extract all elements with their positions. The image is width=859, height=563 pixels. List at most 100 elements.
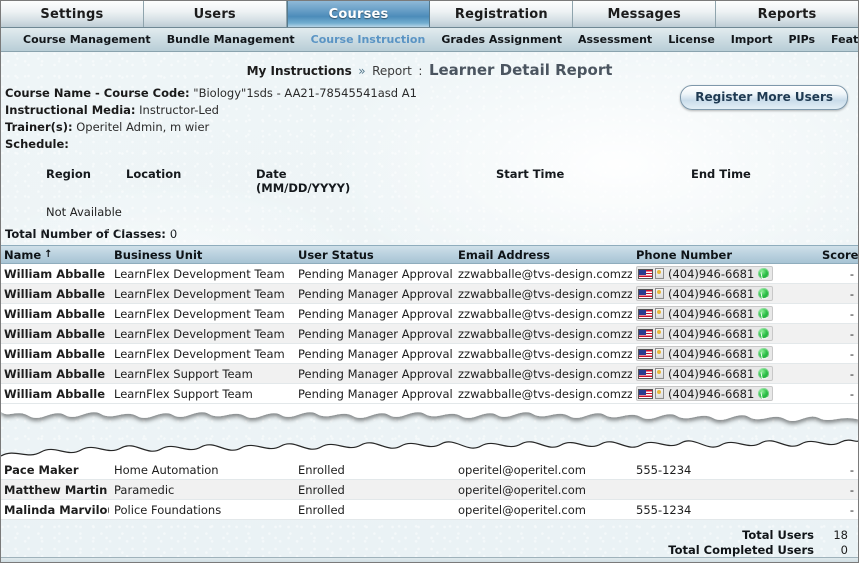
- contact-card-icon[interactable]: [655, 288, 664, 299]
- col-header-phone-number[interactable]: Phone Number: [632, 248, 822, 262]
- subtab-features[interactable]: Features: [829, 33, 858, 46]
- cell-business-unit: Home Automation: [114, 462, 219, 477]
- phone-widget[interactable]: (404)946-6681: [636, 286, 774, 301]
- register-more-users-button[interactable]: Register More Users: [680, 85, 848, 110]
- schedule-col-date-line2: (MM/DD/YYYY): [256, 181, 351, 195]
- cell-phone-number: (404)946-6681: [632, 386, 822, 401]
- tab-reports[interactable]: Reports: [716, 1, 858, 27]
- cell-name: William Abballe: [4, 306, 106, 321]
- cell-phone-number: 555-1234: [632, 503, 822, 517]
- window-bottom-strip: [1, 557, 858, 562]
- cell-score: -: [849, 266, 854, 281]
- subtab-license[interactable]: License: [666, 33, 717, 46]
- cell-name: William Abballe: [4, 386, 106, 401]
- us-flag-icon: [638, 368, 653, 379]
- report-content: My Instructions » Report : Learner Detai…: [1, 52, 858, 562]
- contact-card-icon[interactable]: [655, 328, 664, 339]
- tab-users[interactable]: Users: [143, 1, 287, 27]
- contact-card-icon[interactable]: [655, 348, 664, 359]
- cell-email-address: operitel@operitel.com: [458, 502, 586, 517]
- col-header-email-address[interactable]: Email Address: [454, 248, 632, 262]
- learner-grid-body-bottom: Pace Maker Home Automation Enrolled operite…: [1, 460, 858, 520]
- cell-name: Pace Maker: [4, 462, 79, 477]
- table-row[interactable]: William Abballe LearnFlex Support Team Pen…: [1, 384, 858, 404]
- breadcrumb-root[interactable]: My Instructions: [247, 64, 352, 78]
- subtab-course-management[interactable]: Course Management: [21, 33, 153, 46]
- tab-courses[interactable]: Courses: [286, 1, 431, 27]
- skype-call-icon[interactable]: [758, 328, 770, 339]
- phone-widget[interactable]: (404)946-6681: [636, 306, 774, 321]
- cell-phone-number: (404)946-6681: [632, 326, 822, 341]
- cell-score: -: [849, 346, 854, 361]
- cell-user-status: Pending Manager Approval: [298, 286, 453, 301]
- secondary-tab-bar: Course Management Bundle Management Cour…: [1, 28, 858, 52]
- col-header-user-status[interactable]: User Status: [294, 248, 454, 262]
- us-flag-icon: [638, 328, 653, 339]
- phone-widget[interactable]: (404)946-6681: [636, 386, 774, 401]
- table-row[interactable]: William Abballe LearnFlex Development Tea…: [1, 344, 858, 364]
- cell-user-status: Pending Manager Approval: [298, 366, 453, 381]
- col-header-business-unit[interactable]: Business Unit: [109, 248, 294, 262]
- cell-name: William Abballe: [4, 346, 106, 361]
- cell-business-unit: Police Foundations: [114, 502, 222, 517]
- table-row[interactable]: William Abballe LearnFlex Development Tea…: [1, 304, 858, 324]
- subtab-bundle-management[interactable]: Bundle Management: [165, 33, 297, 46]
- cell-email-address: zzwabballe@tvs-design.comzz: [458, 286, 632, 301]
- contact-card-icon[interactable]: [655, 388, 664, 399]
- table-row[interactable]: Matthew Martin Paramedic Enrolled operitel@…: [1, 480, 858, 500]
- cell-score: -: [849, 482, 854, 497]
- cell-phone-number: (404)946-6681: [632, 266, 822, 281]
- schedule-col-end-time: End Time: [691, 167, 751, 181]
- table-row[interactable]: William Abballe LearnFlex Support Team Pen…: [1, 364, 858, 384]
- cell-phone-number: (404)946-6681: [632, 306, 822, 321]
- phone-widget[interactable]: (404)946-6681: [636, 346, 774, 361]
- tab-registration[interactable]: Registration: [430, 1, 574, 27]
- skype-call-icon[interactable]: [758, 268, 770, 279]
- us-flag-icon: [638, 348, 653, 359]
- col-header-name-label: Name: [4, 247, 42, 262]
- subtab-assessment[interactable]: Assessment: [576, 33, 654, 46]
- cell-score: -: [849, 326, 854, 341]
- subtab-import[interactable]: Import: [729, 33, 775, 46]
- phone-widget[interactable]: (404)946-6681: [636, 266, 774, 281]
- cell-business-unit: LearnFlex Development Team: [114, 266, 285, 281]
- cell-phone-number: (404)946-6681: [632, 286, 822, 301]
- skype-call-icon[interactable]: [758, 288, 770, 299]
- contact-card-icon[interactable]: [655, 368, 664, 379]
- skype-call-icon[interactable]: [758, 308, 770, 319]
- subtab-course-instruction[interactable]: Course Instruction: [309, 33, 428, 46]
- phone-number-text: (404)946-6681: [668, 266, 755, 281]
- skype-call-icon[interactable]: [758, 388, 770, 399]
- col-header-name[interactable]: Name ↑: [1, 248, 109, 262]
- contact-card-icon[interactable]: [655, 268, 664, 279]
- skype-call-icon[interactable]: [758, 368, 770, 379]
- cell-phone-number: (404)946-6681: [632, 366, 822, 381]
- tab-messages[interactable]: Messages: [573, 1, 717, 27]
- sort-ascending-icon[interactable]: ↑: [44, 249, 52, 260]
- skype-call-icon[interactable]: [758, 348, 770, 359]
- phone-widget[interactable]: (404)946-6681: [636, 326, 774, 341]
- torn-edge-svg: [1, 404, 858, 464]
- table-row[interactable]: William Abballe LearnFlex Development Tea…: [1, 264, 858, 284]
- meta-instructional-media-label: Instructional Media:: [5, 103, 136, 117]
- cell-email-address: zzwabballe@tvs-design.comzz: [458, 306, 632, 321]
- table-row[interactable]: William Abballe LearnFlex Development Tea…: [1, 284, 858, 304]
- phone-number-text: 555-1234: [636, 462, 692, 477]
- col-header-score[interactable]: Score: [822, 248, 858, 262]
- contact-card-icon[interactable]: [655, 308, 664, 319]
- subtab-grades-assignment[interactable]: Grades Assignment: [439, 33, 564, 46]
- phone-number-text: (404)946-6681: [668, 346, 755, 361]
- subtab-pips[interactable]: PIPs: [786, 33, 817, 46]
- meta-trainers-label: Trainer(s):: [5, 120, 73, 134]
- schedule-col-date: Date (MM/DD/YYYY): [256, 167, 496, 195]
- cell-user-status: Enrolled: [298, 482, 345, 497]
- breadcrumb-colon: :: [418, 64, 423, 78]
- cell-user-status: Pending Manager Approval: [298, 386, 453, 401]
- phone-widget[interactable]: (404)946-6681: [636, 366, 774, 381]
- cell-name: William Abballe: [4, 326, 106, 341]
- table-row[interactable]: Malinda Marvilous Police Foundations Enrol…: [1, 500, 858, 520]
- cell-phone-number: 555-1234: [632, 463, 822, 477]
- tab-settings[interactable]: Settings: [1, 1, 144, 27]
- cell-name: William Abballe: [4, 286, 106, 301]
- table-row[interactable]: William Abballe LearnFlex Development Tea…: [1, 324, 858, 344]
